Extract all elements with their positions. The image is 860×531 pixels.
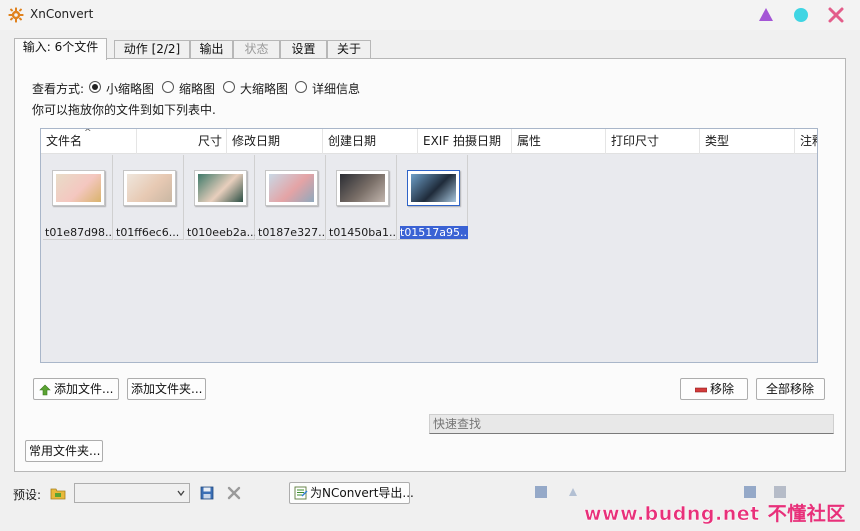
col-type[interactable]: 类型 — [700, 129, 795, 154]
watermark-url: www.budng.net — [584, 503, 760, 526]
remove-label: 移除 — [710, 382, 735, 396]
tab-settings[interactable]: 设置 — [280, 40, 327, 59]
view-mode-label: 查看方式: — [32, 82, 85, 96]
photo-preview — [56, 174, 101, 202]
column-header: ^ 文件名 尺寸 修改日期 创建日期 EXIF 拍摄日期 属性 打印尺寸 类型 … — [41, 129, 817, 154]
file-thumbnail[interactable]: t010eeb2a... — [185, 155, 255, 240]
thumbnail-filename: t01ff6ec6... — [116, 226, 180, 239]
radio-details[interactable] — [295, 81, 307, 93]
thumbnail-image — [123, 170, 176, 206]
drag-drop-hint: 你可以拖放你的文件到如下列表中. — [32, 103, 216, 117]
xnconvert-logo-icon — [8, 7, 24, 23]
tab-output[interactable]: 输出 — [190, 40, 233, 59]
thumbnail-filename: t0187e327... — [258, 226, 326, 239]
tab-input[interactable]: 输入: 6个文件 — [14, 38, 107, 60]
photo-preview — [269, 174, 314, 202]
title-bar: XnConvert — [0, 0, 860, 30]
file-thumbnail[interactable]: t01e87d98... — [43, 155, 113, 240]
radio-large-thumbnails[interactable] — [223, 81, 235, 93]
thumbnail-image — [265, 170, 318, 206]
convert-icon[interactable] — [742, 484, 758, 500]
photo-preview — [198, 174, 243, 202]
script-export-icon — [294, 486, 308, 500]
photo-preview — [127, 174, 172, 202]
add-files-label: 添加文件... — [54, 382, 114, 396]
col-size[interactable]: 尺寸 — [137, 129, 227, 154]
file-thumbnail[interactable]: t01450ba1... — [327, 155, 397, 240]
col-exif-date[interactable]: EXIF 拍摄日期 — [418, 129, 512, 154]
thumbnail-filename: t01450ba1... — [329, 226, 397, 239]
settings-small-icon[interactable] — [565, 484, 581, 500]
add-folder-label: 添加文件夹... — [131, 382, 203, 396]
tab-status: 状态 — [233, 40, 280, 59]
col-modified[interactable]: 修改日期 — [227, 129, 323, 154]
tab-actions[interactable]: 动作 [2/2] — [114, 40, 190, 59]
radio-label-small-thumbnails[interactable]: 小缩略图 — [106, 80, 154, 97]
preset-select[interactable] — [74, 483, 190, 503]
common-folders-button[interactable]: 常用文件夹... — [25, 440, 103, 462]
radio-label-large-thumbnails[interactable]: 大缩略图 — [240, 80, 288, 97]
export-nconvert-button[interactable]: 为NConvert导出... — [289, 482, 414, 504]
remove-icon — [695, 387, 707, 393]
photo-preview — [411, 174, 456, 202]
col-print-size[interactable]: 打印尺寸 — [606, 129, 700, 154]
minimize-icon[interactable] — [756, 5, 776, 25]
quick-search-input[interactable] — [429, 414, 834, 434]
remove-all-button[interactable]: 全部移除 — [756, 378, 825, 400]
add-files-button[interactable]: 添加文件... — [33, 378, 119, 400]
watermark-cn: 不懂社区 — [767, 503, 846, 525]
col-filename[interactable]: 文件名 — [41, 129, 137, 154]
thumbnail-image — [52, 170, 105, 206]
thumbnail-filename: t010eeb2a... — [187, 226, 255, 239]
col-attributes[interactable]: 属性 — [512, 129, 606, 154]
col-created[interactable]: 创建日期 — [323, 129, 418, 154]
remove-all-label: 全部移除 — [766, 382, 815, 396]
export-nconvert-label: 为NConvert导出... — [310, 486, 414, 500]
close-panel-icon[interactable] — [772, 484, 788, 500]
thumbnail-filename: t01517a95... — [400, 226, 468, 239]
close-icon[interactable] — [826, 5, 846, 25]
tab-about[interactable]: 关于 — [327, 40, 371, 59]
thumbnail-filename: t01e87d98... — [45, 226, 113, 239]
delete-icon[interactable] — [227, 486, 241, 500]
save-icon[interactable] — [200, 486, 214, 500]
maximize-icon[interactable] — [791, 5, 811, 25]
chevron-down-icon — [177, 490, 185, 497]
run-script-icon[interactable] — [533, 484, 549, 500]
thumbnail-image — [336, 170, 389, 206]
file-list[interactable]: ^ 文件名 尺寸 修改日期 创建日期 EXIF 拍摄日期 属性 打印尺寸 类型 … — [40, 128, 818, 363]
radio-label-details[interactable]: 详细信息 — [312, 80, 360, 97]
thumbnail-image — [407, 170, 460, 206]
file-thumbnail[interactable]: t01517a95... — [398, 155, 468, 240]
radio-label-thumbnails[interactable]: 缩略图 — [179, 80, 215, 97]
col-comment[interactable]: 注释 — [795, 129, 817, 154]
thumbnail-image — [194, 170, 247, 206]
add-file-icon — [39, 384, 51, 396]
common-folders-label: 常用文件夹... — [29, 444, 101, 458]
radio-small-thumbnails[interactable] — [89, 81, 101, 93]
add-folder-button[interactable]: 添加文件夹... — [127, 378, 206, 400]
watermark: www.budng.net 不懂社区 — [584, 499, 846, 526]
remove-button[interactable]: 移除 — [680, 378, 748, 400]
file-thumbnail[interactable]: t01ff6ec6... — [114, 155, 184, 240]
file-thumbnail[interactable]: t0187e327... — [256, 155, 326, 240]
window-title: XnConvert — [30, 7, 94, 21]
preset-label: 预设: — [13, 488, 42, 502]
open-folder-icon[interactable] — [50, 486, 66, 500]
radio-thumbnails[interactable] — [162, 81, 174, 93]
photo-preview — [340, 174, 385, 202]
